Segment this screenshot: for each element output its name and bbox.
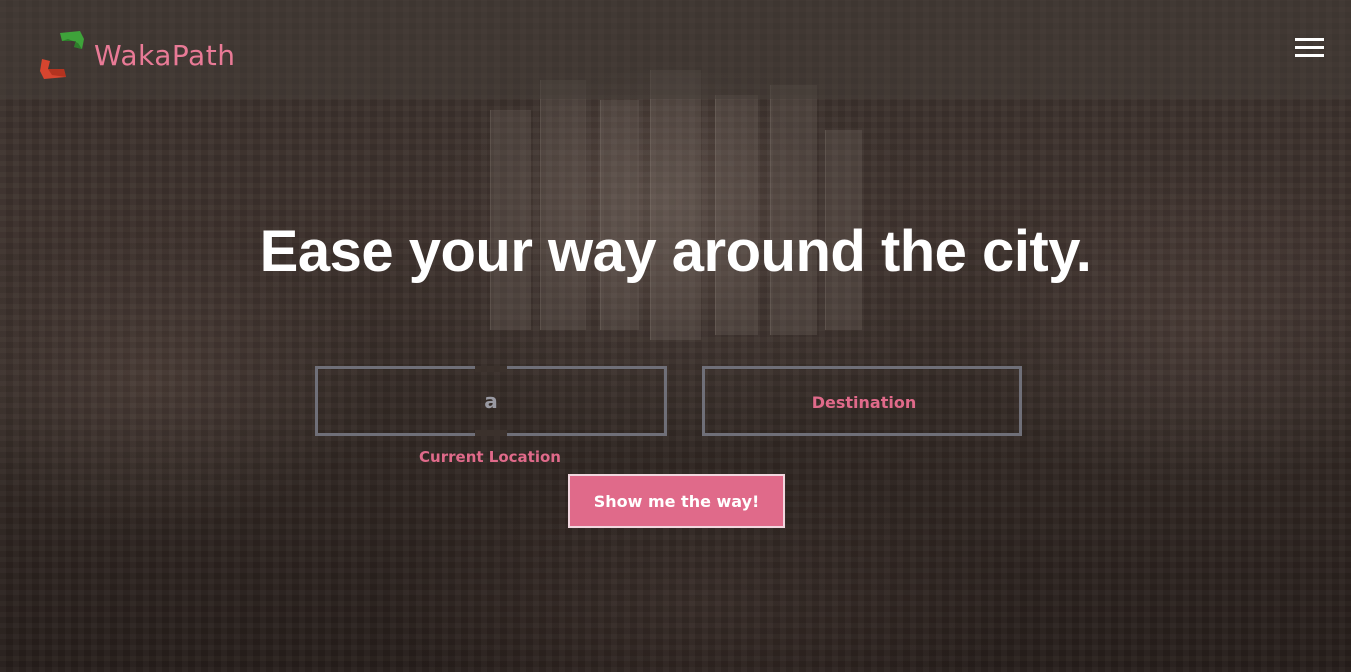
field-border-gap bbox=[475, 430, 507, 436]
destination-field[interactable] bbox=[702, 366, 1023, 436]
current-location-label: Current Location bbox=[419, 448, 561, 466]
navbar: WakaPath bbox=[0, 0, 1351, 99]
background-city-image bbox=[0, 0, 1351, 672]
brand-logo[interactable]: WakaPath bbox=[38, 29, 235, 81]
current-location-field[interactable]: a bbox=[315, 366, 668, 436]
page: WakaPath Ease your way around the city. … bbox=[0, 0, 1351, 672]
current-location-input[interactable] bbox=[318, 369, 668, 435]
show-me-the-way-button[interactable]: Show me the way! bbox=[568, 474, 785, 528]
hamburger-menu-icon[interactable] bbox=[1295, 38, 1325, 62]
destination-input[interactable] bbox=[705, 369, 1023, 435]
hero-headline: Ease your way around the city. bbox=[259, 219, 1092, 284]
field-border-gap bbox=[475, 366, 507, 372]
wakapath-logo-icon bbox=[38, 29, 88, 81]
brand-name: WakaPath bbox=[94, 38, 236, 72]
